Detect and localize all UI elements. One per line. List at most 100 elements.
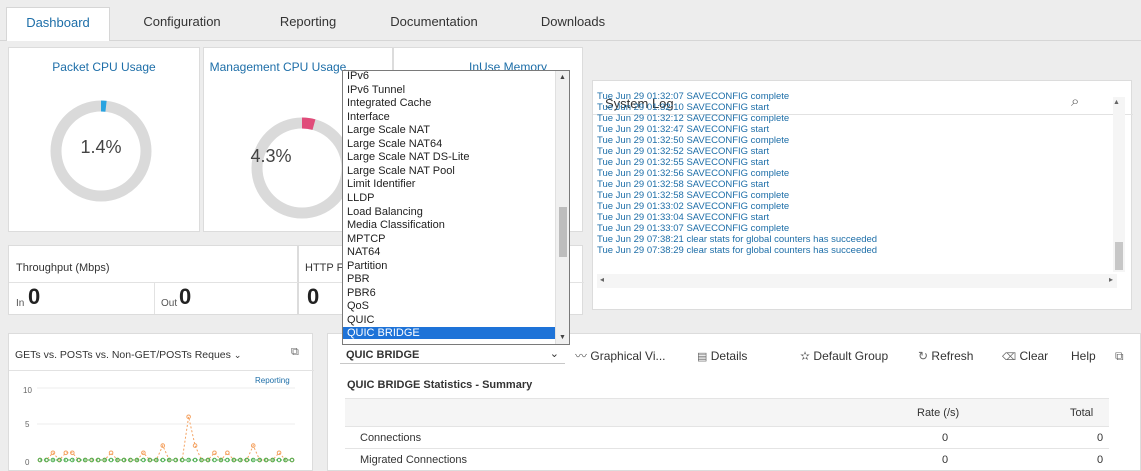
throughput-out-label: Out xyxy=(161,298,178,309)
http-value: 0 xyxy=(307,284,320,309)
tab-dashboard[interactable]: Dashboard xyxy=(6,7,110,41)
dropdown-option[interactable]: QUIC BRIDGE xyxy=(343,327,556,340)
dropdown-option[interactable]: Limit Identifier xyxy=(347,178,415,190)
default-group-label: Default Group xyxy=(813,349,889,363)
log-line: Tue Jun 29 07:38:29 clear stats for glob… xyxy=(597,245,878,256)
data-point xyxy=(225,450,230,456)
tab-configuration[interactable]: Configuration xyxy=(117,7,247,41)
stats-type-select-value: QUIC BRIDGE xyxy=(346,349,420,361)
popout-icon[interactable]: ⧉ xyxy=(1115,345,1124,367)
dropdown-option[interactable]: PBR xyxy=(347,273,370,285)
dropdown-option[interactable]: Large Scale NAT Pool xyxy=(347,165,455,177)
y-tick-0: 0 xyxy=(25,458,30,467)
clear-button[interactable]: ⌫ Clear xyxy=(1002,345,1048,367)
log-vertical-scrollbar[interactable]: ▲ xyxy=(1113,97,1125,272)
table-row: Connections 0 0 xyxy=(345,427,1109,449)
log-line: Tue Jun 29 01:32:55 SAVECONFIG start xyxy=(597,157,770,168)
table-row: Migrated Connections 0 0 xyxy=(345,449,1109,471)
dropdown-option[interactable]: Large Scale NAT64 xyxy=(347,138,442,150)
dropdown-option[interactable]: IPv6 Tunnel xyxy=(347,84,405,96)
clear-label: Clear xyxy=(1019,349,1049,363)
group-star-icon: ✫ xyxy=(800,349,811,363)
throughput-out-value: 0 xyxy=(179,284,192,309)
dropdown-option[interactable]: LLDP xyxy=(347,192,375,204)
row-total: 0 xyxy=(1097,454,1104,466)
dropdown-option[interactable]: IPv6 xyxy=(347,71,369,82)
log-line: Tue Jun 29 01:32:58 SAVECONFIG start xyxy=(597,179,770,190)
row-name: Migrated Connections xyxy=(360,454,468,466)
mgmt-cpu-value: 4.3% xyxy=(250,146,292,166)
log-line: Tue Jun 29 01:32:12 SAVECONFIG complete xyxy=(597,113,790,124)
scroll-up-icon[interactable]: ▲ xyxy=(559,74,566,81)
dropdown-option[interactable]: Large Scale NAT DS-Lite xyxy=(347,151,469,163)
popout-icon[interactable]: ⧉ xyxy=(291,346,299,359)
dropdown-scroll-thumb[interactable] xyxy=(559,207,567,257)
main-tab-bar: Dashboard Configuration Reporting Docume… xyxy=(0,0,1141,41)
y-tick-10: 10 xyxy=(23,386,32,395)
http-title: HTTP F xyxy=(305,262,344,274)
stats-type-select[interactable]: QUIC BRIDGE ⌄ xyxy=(340,346,565,364)
packet-cpu-title[interactable]: Packet CPU Usage xyxy=(9,60,199,75)
dropdown-option[interactable]: Large Scale NAT xyxy=(347,124,430,136)
col-rate-header: Rate (/s) xyxy=(917,407,960,419)
requests-chart-title[interactable]: GETs vs. POSTs vs. Non-GET/POSTs Reques … xyxy=(15,349,241,361)
data-point xyxy=(212,450,217,456)
series-line xyxy=(40,416,292,461)
help-button[interactable]: Help xyxy=(1071,345,1096,367)
scroll-down-icon[interactable]: ▼ xyxy=(559,334,566,341)
details-button[interactable]: ▤ Details xyxy=(697,345,747,367)
log-line: Tue Jun 29 01:32:56 SAVECONFIG complete xyxy=(597,168,790,179)
log-line: Tue Jun 29 01:32:58 SAVECONFIG complete xyxy=(597,190,790,201)
stats-type-dropdown-list[interactable]: IPv6 IPv6 Tunnel Integrated Cache Interface… xyxy=(342,70,570,345)
log-line: Tue Jun 29 07:38:21 clear stats for glob… xyxy=(597,234,878,245)
graphical-view-button[interactable]: 〰 Graphical Vi... xyxy=(575,345,666,367)
stats-summary-title: QUIC BRIDGE Statistics - Summary xyxy=(347,379,533,391)
tab-documentation[interactable]: Documentation xyxy=(370,7,498,41)
packet-cpu-panel: Packet CPU Usage 1.4% xyxy=(8,47,200,232)
throughput-in-label: In xyxy=(16,298,25,309)
row-rate: 0 xyxy=(942,432,949,444)
tab-downloads[interactable]: Downloads xyxy=(518,7,628,41)
stats-table-header xyxy=(345,399,1109,427)
col-total-header: Total xyxy=(1070,407,1094,419)
data-point xyxy=(276,450,282,456)
dropdown-scrollbar[interactable]: ▲ ▼ xyxy=(555,71,569,344)
log-line: Tue Jun 29 01:33:07 SAVECONFIG complete xyxy=(597,223,790,234)
log-horizontal-scrollbar[interactable]: ◂ ▸ xyxy=(597,274,1117,288)
dropdown-option[interactable]: NAT64 xyxy=(347,246,380,258)
row-rate: 0 xyxy=(942,454,949,466)
y-tick-5: 5 xyxy=(25,420,30,429)
dropdown-option[interactable]: QUIC xyxy=(347,314,375,326)
tab-reporting[interactable]: Reporting xyxy=(258,7,358,41)
search-icon[interactable]: ⌕ xyxy=(1071,93,1079,110)
log-line: Tue Jun 29 01:32:52 SAVECONFIG start xyxy=(597,146,770,157)
line-chart-icon: 〰 xyxy=(575,349,588,363)
log-line: Tue Jun 29 01:32:47 SAVECONFIG start xyxy=(597,124,770,135)
dropdown-option[interactable]: Media Classification xyxy=(347,219,445,231)
packet-cpu-value: 1.4% xyxy=(80,137,122,157)
dropdown-option[interactable]: MPTCP xyxy=(347,233,386,245)
dropdown-option[interactable]: Integrated Cache xyxy=(347,97,431,109)
requests-chart-panel: GETs vs. POSTs vs. Non-GET/POSTs Reques … xyxy=(8,333,314,471)
default-group-button[interactable]: ✫ Default Group xyxy=(800,345,888,367)
dropdown-option[interactable]: QoS xyxy=(347,300,369,312)
refresh-button[interactable]: ↻ Refresh xyxy=(918,345,973,367)
chevron-down-icon: ⌄ xyxy=(233,350,242,360)
log-line: Tue Jun 29 01:32:10 SAVECONFIG start xyxy=(597,102,770,113)
clear-icon: ⌫ xyxy=(1002,352,1017,363)
chevron-down-icon: ⌄ xyxy=(549,348,559,360)
graphical-view-label: Graphical Vi... xyxy=(590,349,666,363)
mgmt-cpu-gauge xyxy=(251,117,353,219)
dropdown-option[interactable]: Partition xyxy=(347,260,387,272)
dropdown-option[interactable]: Interface xyxy=(347,111,390,123)
throughput-in-value: 0 xyxy=(28,284,41,309)
log-line: Tue Jun 29 01:32:50 SAVECONFIG complete xyxy=(597,135,790,146)
row-name: Connections xyxy=(360,432,422,444)
dropdown-option[interactable]: PBR6 xyxy=(347,287,376,299)
requests-chart-plot xyxy=(37,387,295,463)
log-line: Tue Jun 29 01:32:07 SAVECONFIG complete xyxy=(597,91,790,102)
dropdown-option[interactable]: Load Balancing xyxy=(347,206,423,218)
details-label: Details xyxy=(710,349,748,363)
log-line: Tue Jun 29 01:33:02 SAVECONFIG complete xyxy=(597,201,790,212)
requests-chart-title-text: GETs vs. POSTs vs. Non-GET/POSTs Reques xyxy=(15,349,231,361)
